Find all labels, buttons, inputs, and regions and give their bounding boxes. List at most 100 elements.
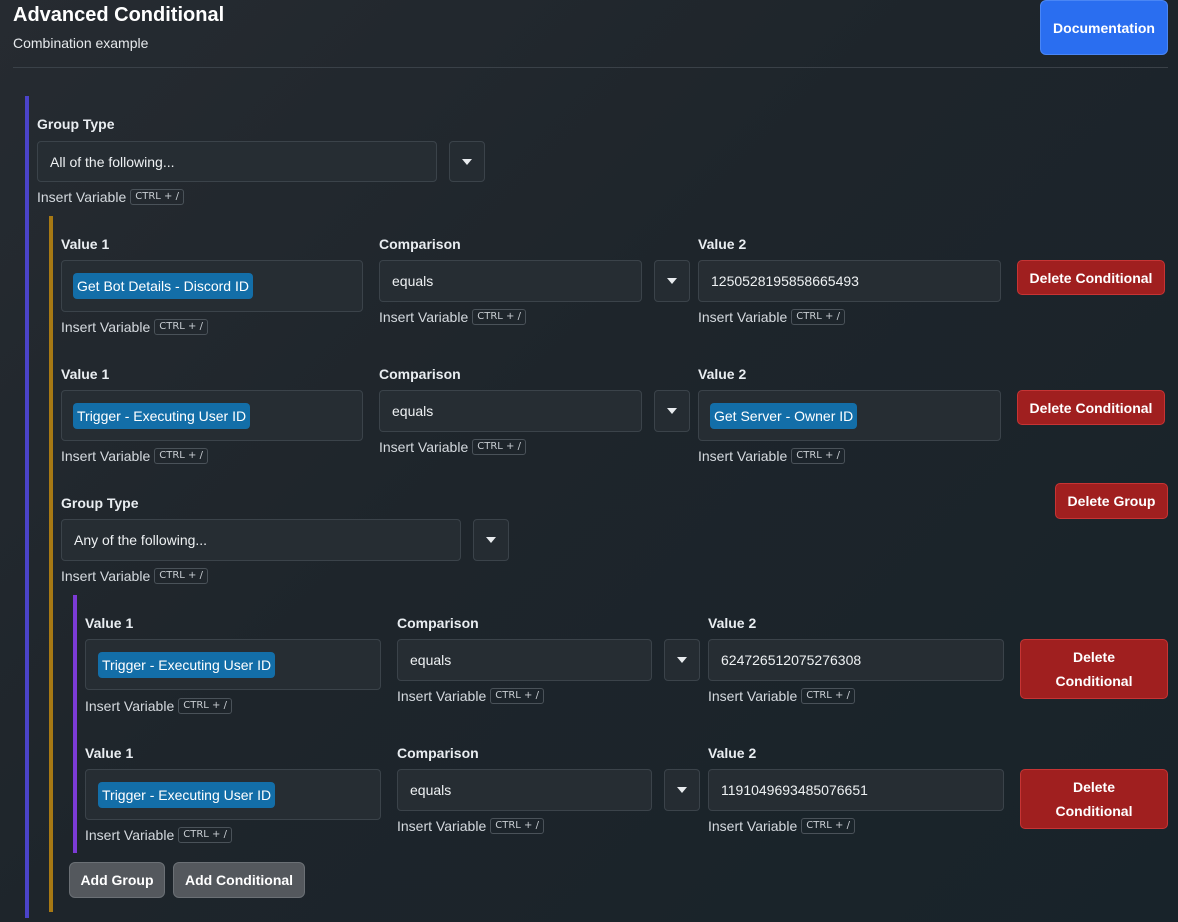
insert-variable-label: Insert Variable: [61, 448, 151, 464]
chevron-down-icon: [677, 657, 687, 663]
chevron-down-icon: [677, 787, 687, 793]
insert-variable-label: Insert Variable: [698, 309, 788, 325]
insert-variable-label: Insert Variable: [397, 688, 487, 704]
insert-variable-label: Insert Variable: [85, 827, 175, 843]
shortcut-badge: CTRL + /: [801, 818, 855, 834]
delete-conditional-button[interactable]: Delete Conditional: [1020, 639, 1168, 699]
group-bar: [49, 216, 53, 912]
comparison-dropdown-button[interactable]: [664, 639, 700, 681]
value2-label: Value 2: [698, 366, 747, 382]
shortcut-badge: CTRL + /: [791, 309, 845, 325]
group-type-value: All of the following...: [50, 153, 175, 170]
insert-variable-label: Insert Variable: [379, 439, 469, 455]
value1-field[interactable]: Get Bot Details - Discord ID: [61, 260, 363, 312]
insert-variable-label: Insert Variable: [37, 189, 127, 205]
insert-variable[interactable]: Insert Variable CTRL + /: [61, 568, 208, 584]
comparison-value: equals: [410, 782, 452, 798]
delete-group-button[interactable]: Delete Group: [1055, 483, 1168, 519]
insert-variable[interactable]: Insert Variable CTRL + /: [379, 309, 526, 325]
nested-group-bar: [73, 595, 77, 853]
shortcut-badge: CTRL + /: [154, 319, 208, 335]
value2-text: 624726512075276308: [721, 652, 862, 668]
insert-variable-label: Insert Variable: [61, 568, 151, 584]
insert-variable[interactable]: Insert Variable CTRL + /: [397, 818, 544, 834]
shortcut-badge: CTRL + /: [130, 189, 184, 205]
delete-conditional-button[interactable]: Delete Conditional: [1017, 260, 1165, 295]
insert-variable[interactable]: Insert Variable CTRL + /: [85, 698, 232, 714]
value1-label: Value 1: [85, 745, 134, 761]
value2-field[interactable]: 1250528195858665493: [698, 260, 1001, 302]
value2-text: 1250528195858665493: [711, 273, 859, 289]
page-subtitle: Combination example: [13, 35, 149, 51]
group-type-dropdown-button[interactable]: [473, 519, 509, 561]
variable-chip[interactable]: Trigger - Executing User ID: [98, 651, 276, 678]
header-divider: [13, 67, 1168, 68]
insert-variable[interactable]: Insert Variable CTRL + /: [37, 189, 184, 205]
shortcut-badge: CTRL + /: [178, 827, 232, 843]
variable-chip[interactable]: Get Bot Details - Discord ID: [73, 273, 253, 299]
chevron-down-icon: [462, 158, 472, 165]
add-group-button[interactable]: Add Group: [69, 862, 165, 898]
value2-text: 1191049693485076651: [721, 782, 868, 798]
comparison-label: Comparison: [397, 745, 479, 761]
documentation-button[interactable]: Documentation: [1040, 0, 1168, 55]
shortcut-badge: CTRL + /: [154, 568, 208, 584]
insert-variable[interactable]: Insert Variable CTRL + /: [61, 448, 208, 464]
group-type-label: Group Type: [37, 116, 115, 132]
variable-chip[interactable]: Trigger - Executing User ID: [98, 781, 276, 808]
value1-field[interactable]: Trigger - Executing User ID: [61, 390, 363, 441]
insert-variable[interactable]: Insert Variable CTRL + /: [698, 309, 845, 325]
value2-field[interactable]: 1191049693485076651: [708, 769, 1004, 811]
variable-chip[interactable]: Trigger - Executing User ID: [73, 402, 251, 429]
comparison-select[interactable]: equals: [379, 260, 642, 302]
shortcut-badge: CTRL + /: [490, 818, 544, 834]
chevron-down-icon: [667, 278, 677, 284]
comparison-value: equals: [392, 273, 434, 289]
shortcut-badge: CTRL + /: [490, 688, 544, 704]
insert-variable[interactable]: Insert Variable CTRL + /: [708, 688, 855, 704]
comparison-label: Comparison: [379, 236, 461, 252]
comparison-dropdown-button[interactable]: [654, 390, 690, 432]
group-type-select[interactable]: Any of the following...: [61, 519, 461, 561]
chevron-down-icon: [486, 537, 496, 543]
value2-field[interactable]: 624726512075276308: [708, 639, 1004, 681]
delete-conditional-button[interactable]: Delete Conditional: [1017, 390, 1165, 425]
insert-variable[interactable]: Insert Variable CTRL + /: [85, 827, 232, 843]
insert-variable[interactable]: Insert Variable CTRL + /: [61, 319, 208, 335]
value2-label: Value 2: [708, 745, 757, 761]
group-type-value: Any of the following...: [74, 532, 208, 548]
variable-chip[interactable]: Get Server - Owner ID: [710, 402, 858, 429]
delete-conditional-button[interactable]: Delete Conditional: [1020, 769, 1168, 829]
shortcut-badge: CTRL + /: [472, 309, 526, 325]
comparison-dropdown-button[interactable]: [664, 769, 700, 811]
shortcut-badge: CTRL + /: [178, 698, 232, 714]
add-conditional-button[interactable]: Add Conditional: [173, 862, 305, 898]
group-type-label: Group Type: [61, 495, 139, 511]
insert-variable-label: Insert Variable: [397, 818, 487, 834]
insert-variable[interactable]: Insert Variable CTRL + /: [397, 688, 544, 704]
group-type-select[interactable]: All of the following...: [37, 141, 437, 182]
insert-variable-label: Insert Variable: [708, 818, 798, 834]
group-type-dropdown-button[interactable]: [449, 141, 485, 182]
shortcut-badge: CTRL + /: [154, 448, 208, 464]
value1-label: Value 1: [61, 236, 110, 252]
value2-field[interactable]: Get Server - Owner ID: [698, 390, 1001, 441]
value2-label: Value 2: [698, 236, 747, 252]
comparison-value: equals: [410, 652, 452, 668]
insert-variable[interactable]: Insert Variable CTRL + /: [698, 448, 845, 464]
insert-variable-label: Insert Variable: [61, 319, 151, 335]
value1-label: Value 1: [85, 615, 134, 631]
shortcut-badge: CTRL + /: [791, 448, 845, 464]
shortcut-badge: CTRL + /: [801, 688, 855, 704]
comparison-value: equals: [392, 403, 434, 419]
comparison-select[interactable]: equals: [397, 639, 652, 681]
insert-variable-label: Insert Variable: [698, 448, 788, 464]
comparison-select[interactable]: equals: [397, 769, 652, 811]
value1-field[interactable]: Trigger - Executing User ID: [85, 639, 381, 690]
value2-label: Value 2: [708, 615, 757, 631]
insert-variable[interactable]: Insert Variable CTRL + /: [708, 818, 855, 834]
comparison-dropdown-button[interactable]: [654, 260, 690, 302]
comparison-select[interactable]: equals: [379, 390, 642, 432]
value1-field[interactable]: Trigger - Executing User ID: [85, 769, 381, 820]
insert-variable[interactable]: Insert Variable CTRL + /: [379, 439, 526, 455]
